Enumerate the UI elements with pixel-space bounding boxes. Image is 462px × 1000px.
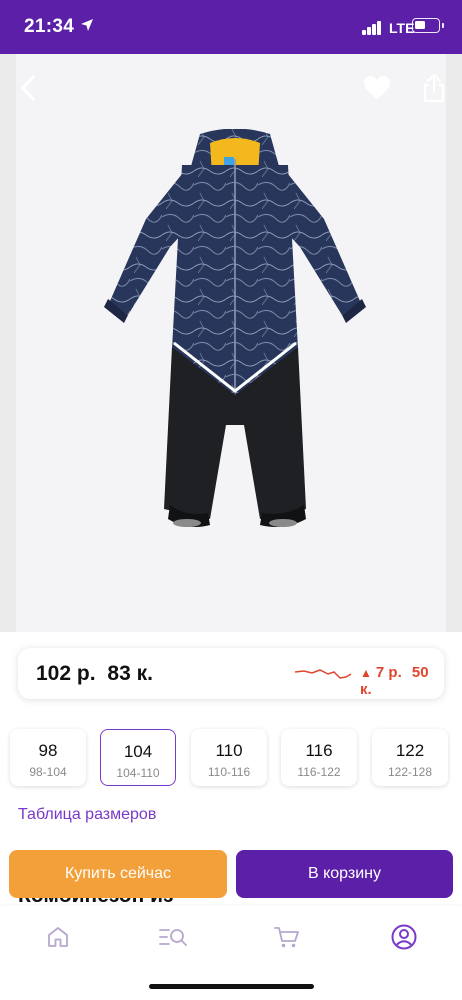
triangle-up-icon: ▲	[360, 666, 372, 680]
status-bar: 21:34 LTE	[0, 0, 462, 54]
battery-icon	[412, 18, 440, 33]
size-number: 116	[305, 741, 333, 760]
size-table-link[interactable]: Таблица размеров	[18, 806, 156, 824]
size-number: 98	[38, 741, 58, 760]
size-selector: 98 98-104 104 104-110 110 110-116 116 11…	[10, 729, 460, 787]
cart-icon	[274, 927, 299, 948]
size-number: 122	[395, 741, 425, 760]
share-button[interactable]	[414, 68, 454, 108]
heart-icon	[364, 76, 390, 99]
product-image[interactable]	[98, 129, 373, 569]
price-kopecks: 83 к.	[107, 662, 153, 685]
price-card[interactable]: 102 р. 83 к. ▲ 7 р. 50 к.	[18, 648, 444, 699]
price-value: 102 р. 83 к.	[36, 662, 153, 686]
size-option[interactable]: 122 122-128	[372, 729, 448, 786]
price-change-rubles: 7 р.	[375, 664, 402, 681]
action-bar: Купить сейчас В корзину	[0, 840, 462, 908]
chevron-left-icon	[21, 75, 35, 101]
add-to-cart-button[interactable]: В корзину	[236, 850, 453, 898]
tab-profile[interactable]	[387, 922, 421, 952]
size-range: 98-104	[29, 765, 67, 779]
tab-home[interactable]	[41, 922, 75, 952]
status-time: 21:34	[24, 16, 75, 37]
network-label: LTE	[389, 20, 415, 36]
size-option[interactable]: 116 116-122	[281, 729, 357, 786]
tab-catalog[interactable]	[156, 922, 190, 952]
share-icon	[423, 73, 445, 103]
size-number: 110	[215, 741, 243, 760]
size-range: 116-122	[297, 765, 341, 779]
home-icon	[48, 927, 68, 947]
size-range: 110-116	[207, 765, 251, 779]
home-indicator	[149, 984, 314, 989]
price-rubles: 102 р.	[36, 662, 96, 685]
back-button[interactable]	[8, 68, 48, 108]
product-gallery	[0, 54, 462, 632]
buy-now-button[interactable]: Купить сейчас	[9, 850, 227, 898]
location-arrow-icon	[81, 19, 93, 31]
size-number: 104	[123, 742, 153, 761]
size-option[interactable]: 110 110-116	[191, 729, 267, 786]
tab-cart[interactable]	[270, 922, 304, 952]
size-range: 122-128	[387, 765, 433, 779]
price-trend-sparkline	[294, 669, 352, 679]
size-option-selected[interactable]: 104 104-110	[100, 729, 176, 786]
signal-icon	[362, 21, 382, 35]
size-range: 104-110	[116, 766, 160, 780]
favorite-button[interactable]	[357, 68, 397, 108]
price-change: ▲ 7 р. 50 к.	[360, 664, 444, 698]
profile-icon	[391, 924, 417, 950]
catalog-search-icon	[159, 929, 187, 946]
size-option[interactable]: 98 98-104	[10, 729, 86, 786]
